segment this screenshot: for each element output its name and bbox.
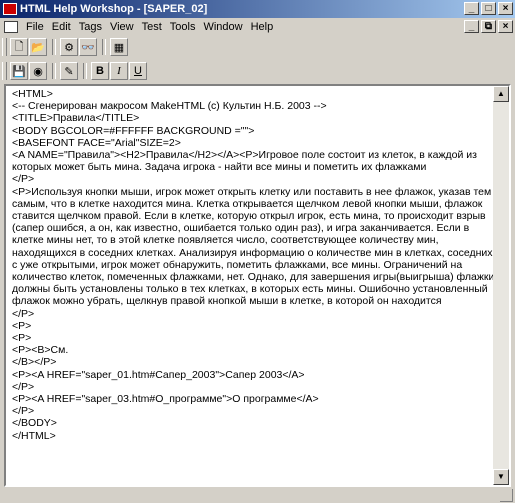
view-compiled-icon: 👓 <box>81 41 95 54</box>
title-bar: HTML Help Workshop - [SAPER_02] _ □ × <box>0 0 515 18</box>
toolbar-separator <box>102 39 106 55</box>
save-icon: 💾 <box>12 65 26 78</box>
html-source-text[interactable]: <HTML> <-- Сгенерирован макросом MakeHTM… <box>12 88 496 483</box>
doc-close-button[interactable]: × <box>498 20 513 33</box>
insert-tag-button[interactable]: ✎ <box>60 62 78 80</box>
display-topic-icon: ▦ <box>113 41 125 54</box>
window-controls: _ □ × <box>464 2 513 15</box>
window-title: HTML Help Workshop - [SAPER_02] <box>20 3 208 15</box>
new-icon: 🗋 <box>14 40 24 53</box>
vertical-scrollbar[interactable]: ▲ ▼ <box>493 86 509 485</box>
view-in-browser-button[interactable]: ◉ <box>29 62 47 80</box>
menu-edit[interactable]: Edit <box>48 21 75 33</box>
maximize-button[interactable]: □ <box>481 2 496 15</box>
view-in-browser-icon: ◉ <box>33 65 43 78</box>
menu-window[interactable]: Window <box>199 21 246 33</box>
open-button[interactable]: 📂 <box>29 38 47 56</box>
italic-button[interactable]: I <box>110 62 128 80</box>
scroll-up-button[interactable]: ▲ <box>493 86 509 102</box>
html-editor[interactable]: <HTML> <-- Сгенерирован макросом MakeHTM… <box>4 84 511 487</box>
menu-tools[interactable]: Tools <box>166 21 200 33</box>
document-window-controls: _ ⧉ × <box>464 20 513 33</box>
menu-bar: File Edit Tags View Test Tools Window He… <box>0 18 515 35</box>
toolbar-separator <box>52 39 56 55</box>
new-button[interactable]: 🗋 <box>10 38 28 56</box>
compile-icon: ⚙ <box>64 41 74 54</box>
underline-button[interactable]: U <box>129 62 147 80</box>
menu-file[interactable]: File <box>22 21 48 33</box>
html-toolbar: 💾 ◉ ✎ B I U <box>2 60 148 82</box>
doc-restore-button[interactable]: ⧉ <box>481 20 496 33</box>
open-icon: 📂 <box>31 41 45 54</box>
toolbar-separator <box>83 63 87 79</box>
save-button[interactable]: 💾 <box>10 62 28 80</box>
status-bar <box>0 489 515 503</box>
toolbar-grip[interactable] <box>2 38 7 56</box>
menu-tags[interactable]: Tags <box>75 21 106 33</box>
toolbar-separator <box>52 63 56 79</box>
scroll-down-button[interactable]: ▼ <box>493 469 509 485</box>
view-compiled-button[interactable]: 👓 <box>79 38 97 56</box>
standard-toolbar: 🗋 📂 ⚙ 👓 ▦ <box>2 36 129 58</box>
resize-grip[interactable] <box>500 489 513 502</box>
menu-test[interactable]: Test <box>138 21 166 33</box>
display-topic-button[interactable]: ▦ <box>110 38 128 56</box>
doc-minimize-button[interactable]: _ <box>464 20 479 33</box>
document-icon[interactable] <box>4 20 18 33</box>
bold-button[interactable]: B <box>91 62 109 80</box>
close-button[interactable]: × <box>498 2 513 15</box>
minimize-button[interactable]: _ <box>464 2 479 15</box>
toolbar-grip[interactable] <box>2 62 7 80</box>
menu-help[interactable]: Help <box>247 21 278 33</box>
compile-button[interactable]: ⚙ <box>60 38 78 56</box>
app-icon[interactable] <box>3 3 17 15</box>
tag-icon: ✎ <box>64 65 74 78</box>
menu-view[interactable]: View <box>106 21 138 33</box>
